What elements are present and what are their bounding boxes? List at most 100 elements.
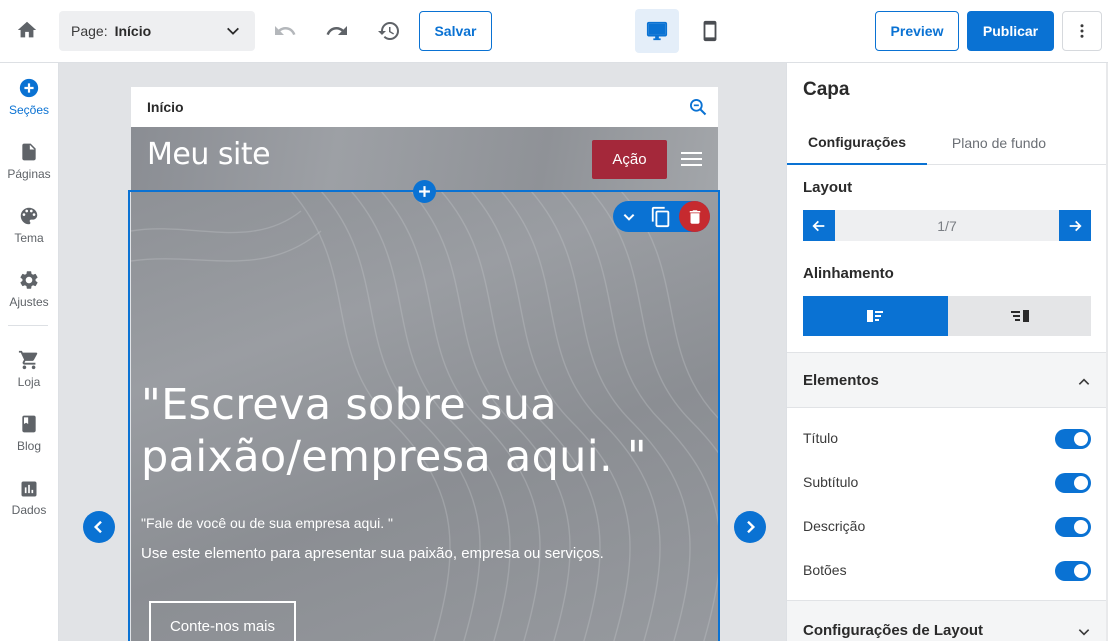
slide-next-button[interactable] <box>734 511 766 543</box>
sidebar-item-label: Blog <box>16 439 42 453</box>
hero-title[interactable]: "Escreva sobre sua paixão/empresa aqui. … <box>141 379 711 483</box>
more-vertical-icon <box>1080 24 1084 38</box>
toggle-knob <box>1074 432 1088 446</box>
mobile-view-button[interactable] <box>688 9 732 53</box>
sidebar-item-settings[interactable]: Ajustes <box>0 265 58 325</box>
sidebar-item-store[interactable]: Loja <box>0 345 58 405</box>
toggle-switch-titulo[interactable] <box>1055 429 1091 449</box>
zoom-out-icon[interactable] <box>688 97 708 117</box>
layout-next-button[interactable] <box>1059 210 1091 241</box>
slide-previous-button[interactable] <box>83 511 115 543</box>
section-toolbar <box>613 201 710 232</box>
align-left-button[interactable] <box>803 296 948 336</box>
tab-plano-de-fundo[interactable]: Plano de fundo <box>927 121 1071 165</box>
sidebar-item-label: Dados <box>11 503 47 517</box>
layout-settings-section-header[interactable]: Configurações de Layout <box>787 600 1108 641</box>
toggle-label: Título <box>803 430 839 446</box>
layout-label: Layout <box>803 179 853 196</box>
align-right-button[interactable] <box>948 296 1091 336</box>
home-icon <box>17 21 37 38</box>
collapse-button[interactable] <box>619 207 639 227</box>
toggle-knob <box>1074 476 1088 490</box>
panel-title: Capa <box>803 79 850 100</box>
toggle-knob <box>1074 564 1088 578</box>
trash-icon <box>689 209 700 224</box>
align-left-icon <box>866 310 883 322</box>
toggle-switch-descricao[interactable] <box>1055 517 1091 537</box>
arrow-left-icon <box>812 220 825 231</box>
bar-chart-icon <box>21 481 37 497</box>
chevron-left-icon <box>93 520 102 534</box>
site-preview-frame: Início Meu site Ação "Escreva sobre sua … <box>131 87 718 641</box>
page-icon <box>22 143 36 161</box>
chevron-up-icon <box>1078 378 1090 385</box>
sidebar-item-label: Tema <box>14 231 44 245</box>
save-button[interactable]: Salvar <box>419 11 492 51</box>
preview-button[interactable]: Preview <box>875 11 959 51</box>
toggle-row-botoes: Botões <box>787 549 1108 593</box>
layout-settings-label: Configurações de Layout <box>803 622 984 639</box>
alignment-toggle-group <box>803 296 1091 336</box>
redo-icon <box>326 26 347 35</box>
layout-prev-button[interactable] <box>803 210 835 241</box>
toggle-label: Botões <box>803 562 847 578</box>
gear-icon <box>20 271 38 289</box>
site-title: Meu site <box>147 137 271 172</box>
publish-button[interactable]: Publicar <box>967 11 1054 51</box>
toggle-row-descricao: Descrição <box>787 505 1108 549</box>
duplicate-button[interactable] <box>649 205 673 229</box>
chevron-down-icon <box>227 27 239 35</box>
sidebar-item-pages[interactable]: Páginas <box>0 137 58 197</box>
sidebar-item-sections[interactable]: Seções <box>0 73 58 133</box>
elements-label: Elementos <box>803 372 879 389</box>
chevron-down-icon <box>623 213 635 221</box>
copy-icon <box>651 206 670 228</box>
chevron-right-icon <box>747 520 756 534</box>
desktop-view-button[interactable] <box>635 9 679 53</box>
toggle-row-subtitulo: Subtítulo <box>787 461 1108 505</box>
history-button[interactable] <box>372 14 406 48</box>
toggle-switch-subtitulo[interactable] <box>1055 473 1091 493</box>
home-button[interactable] <box>10 13 44 47</box>
plus-icon <box>419 186 430 197</box>
hamburger-menu-icon[interactable] <box>681 150 703 168</box>
undo-button[interactable] <box>268 14 302 48</box>
more-options-button[interactable] <box>1062 11 1102 51</box>
hero-subtitle[interactable]: "Fale de você ou de sua empresa aqui. " <box>141 515 393 531</box>
layout-pager: 1/7 <box>803 210 1091 241</box>
redo-button[interactable] <box>320 14 354 48</box>
toggle-row-titulo: Título <box>787 417 1108 461</box>
delete-button[interactable] <box>679 201 710 232</box>
layout-value: 1/7 <box>937 217 957 234</box>
undo-icon <box>275 26 296 35</box>
sidebar-item-label: Seções <box>8 103 50 117</box>
tab-configuracoes[interactable]: Configurações <box>787 121 927 165</box>
left-sidebar: Seções Páginas Tema Ajustes Loja Blog Da… <box>0 63 59 641</box>
hero-section[interactable]: "Escreva sobre sua paixão/empresa aqui. … <box>131 191 718 641</box>
toggle-switch-botoes[interactable] <box>1055 561 1091 581</box>
chevron-down-icon <box>1078 629 1090 636</box>
hero-description[interactable]: Use este elemento para apresentar sua pa… <box>141 545 604 562</box>
sidebar-item-label: Ajustes <box>9 295 49 309</box>
frame-page-bar: Início <box>131 87 718 127</box>
hero-cta-button[interactable]: Conte-nos mais <box>149 601 296 641</box>
sidebar-item-label: Páginas <box>7 167 51 181</box>
toggle-label: Descrição <box>803 518 866 534</box>
history-icon <box>378 22 399 41</box>
sidebar-item-label: Loja <box>17 375 41 389</box>
action-button[interactable]: Ação <box>592 140 667 179</box>
editor-canvas: Início Meu site Ação "Escreva sobre sua … <box>59 63 786 641</box>
alignment-label: Alinhamento <box>803 265 894 282</box>
sidebar-item-blog[interactable]: Blog <box>0 409 58 469</box>
elements-section-header[interactable]: Elementos <box>787 352 1108 408</box>
add-circle-icon <box>19 78 39 98</box>
sidebar-item-data[interactable]: Dados <box>0 473 58 533</box>
page-selector-value: Início <box>114 23 152 39</box>
page-selector[interactable]: Page: Início <box>59 11 255 51</box>
sidebar-item-theme[interactable]: Tema <box>0 201 58 261</box>
desktop-icon <box>646 21 668 41</box>
page-selector-label: Page: <box>71 23 108 39</box>
cart-icon <box>18 350 38 370</box>
top-toolbar: Page: Início Salvar Preview Publicar <box>0 0 1108 63</box>
add-section-button[interactable] <box>413 180 436 203</box>
